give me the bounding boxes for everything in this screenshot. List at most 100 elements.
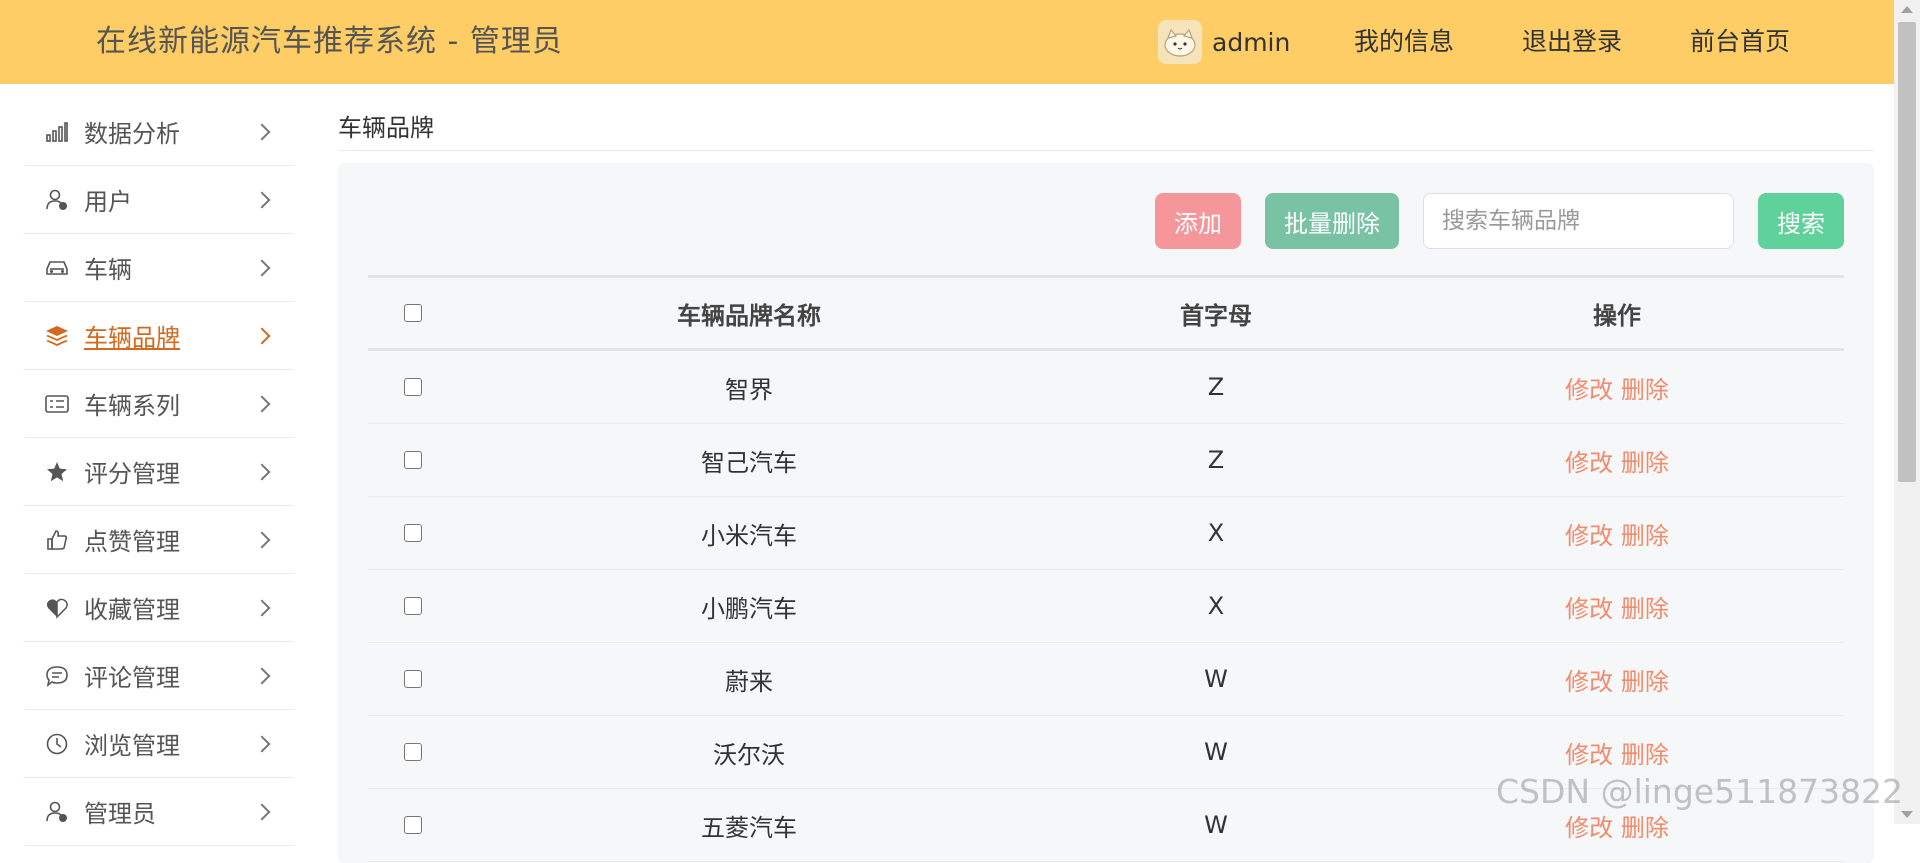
- username[interactable]: admin: [1212, 28, 1290, 57]
- chevron-right-icon: [253, 259, 271, 276]
- cat-avatar-icon: [1164, 28, 1196, 57]
- user-icon: [44, 187, 70, 213]
- select-all-checkbox[interactable]: [404, 304, 422, 322]
- initial-letter-cell: W: [1204, 811, 1228, 839]
- row-checkbox[interactable]: [404, 597, 422, 615]
- initial-letter-cell: W: [1204, 665, 1228, 693]
- heart-icon: [44, 595, 70, 621]
- initial-letter-cell: W: [1204, 738, 1228, 766]
- edit-link[interactable]: 修改: [1565, 668, 1613, 696]
- scroll-down-arrow[interactable]: [1901, 811, 1913, 818]
- admin-icon: [44, 799, 70, 825]
- edit-link[interactable]: 修改: [1565, 449, 1613, 477]
- edit-link[interactable]: 修改: [1565, 741, 1613, 769]
- column-header-brand-name: 车辆品牌名称: [677, 301, 821, 330]
- row-checkbox[interactable]: [404, 670, 422, 688]
- table-row: 蔚来 W 修改 删除: [368, 643, 1844, 716]
- edit-link[interactable]: 修改: [1565, 376, 1613, 404]
- brand-name-cell: 小米汽车: [701, 521, 797, 550]
- brand-name-cell: 智己汽车: [701, 448, 797, 477]
- avatar: [1158, 20, 1202, 64]
- brand-name-cell: 沃尔沃: [713, 740, 785, 769]
- edit-link[interactable]: 修改: [1565, 522, 1613, 550]
- watermark: CSDN @linge511873822: [1496, 772, 1904, 811]
- user-info[interactable]: admin: [1158, 20, 1290, 64]
- chevron-right-icon: [253, 667, 271, 684]
- row-checkbox[interactable]: [404, 743, 422, 761]
- search-input[interactable]: [1423, 193, 1734, 249]
- thumb-up-icon: [44, 527, 70, 553]
- delete-link[interactable]: 删除: [1621, 814, 1669, 842]
- search-button[interactable]: 搜索: [1758, 193, 1844, 249]
- logout-link[interactable]: 退出登录: [1522, 0, 1622, 84]
- chevron-right-icon: [253, 735, 271, 752]
- actions-cell: 修改 删除: [1565, 516, 1669, 551]
- sidebar-item-car[interactable]: 车辆: [24, 234, 294, 302]
- initial-letter-cell: X: [1207, 519, 1225, 547]
- sidebar-item-car-series[interactable]: 车辆系列: [24, 370, 294, 438]
- add-button[interactable]: 添加: [1155, 193, 1241, 249]
- my-info-link[interactable]: 我的信息: [1354, 0, 1454, 84]
- front-home-link[interactable]: 前台首页: [1690, 0, 1790, 84]
- initial-letter-cell: Z: [1207, 446, 1225, 474]
- delete-link[interactable]: 删除: [1621, 595, 1669, 623]
- id-card-icon: [44, 391, 70, 417]
- table-header: 车辆品牌名称 首字母 操作: [368, 275, 1844, 351]
- sidebar-item-data-analysis[interactable]: 数据分析: [24, 98, 294, 166]
- sidebar-item-browsing[interactable]: 浏览管理: [24, 710, 294, 778]
- delete-link[interactable]: 删除: [1621, 741, 1669, 769]
- vertical-scrollbar[interactable]: [1894, 0, 1920, 824]
- scrollbar-thumb[interactable]: [1898, 22, 1916, 482]
- delete-link[interactable]: 删除: [1621, 376, 1669, 404]
- edit-link[interactable]: 修改: [1565, 814, 1613, 842]
- chevron-right-icon: [253, 463, 271, 480]
- layers-icon: [44, 323, 70, 349]
- row-checkbox[interactable]: [404, 524, 422, 542]
- sidebar-item-rating[interactable]: 评分管理: [24, 438, 294, 506]
- delete-link[interactable]: 删除: [1621, 668, 1669, 696]
- table-row: 小鹏汽车 X 修改 删除: [368, 570, 1844, 643]
- top-header: 在线新能源汽车推荐系统 - 管理员 admin 我的信息 退出登录 前台首页: [0, 0, 1894, 84]
- app-title: 在线新能源汽车推荐系统 - 管理员: [96, 24, 563, 59]
- edit-link[interactable]: 修改: [1565, 595, 1613, 623]
- sidebar-item-likes[interactable]: 点赞管理: [24, 506, 294, 574]
- sidebar: 数据分析 用户 车辆 车辆品牌 车辆系列 评分管理 点赞管理 收藏管理 评论管理…: [24, 98, 294, 846]
- chevron-right-icon: [253, 599, 271, 616]
- batch-delete-button[interactable]: 批量删除: [1265, 193, 1399, 249]
- brand-name-cell: 蔚来: [725, 667, 773, 696]
- actions-cell: 修改 删除: [1565, 443, 1669, 478]
- chevron-right-icon: [253, 395, 271, 412]
- row-checkbox[interactable]: [404, 816, 422, 834]
- initial-letter-cell: X: [1207, 592, 1225, 620]
- chevron-right-icon: [253, 191, 271, 208]
- sidebar-item-favorites[interactable]: 收藏管理: [24, 574, 294, 642]
- row-checkbox[interactable]: [404, 451, 422, 469]
- actions-cell: 修改 删除: [1565, 662, 1669, 697]
- divider: [338, 150, 1874, 151]
- table-row: 智己汽车 Z 修改 删除: [368, 424, 1844, 497]
- breadcrumb: 车辆品牌: [338, 114, 434, 142]
- delete-link[interactable]: 删除: [1621, 449, 1669, 477]
- row-checkbox[interactable]: [404, 378, 422, 396]
- chevron-right-icon: [253, 123, 271, 140]
- actions-cell: 修改 删除: [1565, 808, 1669, 843]
- clock-icon: [44, 731, 70, 757]
- sidebar-item-comments[interactable]: 评论管理: [24, 642, 294, 710]
- delete-link[interactable]: 删除: [1621, 522, 1669, 550]
- bar-chart-icon: [44, 119, 70, 145]
- scroll-up-arrow[interactable]: [1901, 6, 1913, 13]
- chevron-right-icon: [253, 327, 271, 344]
- car-icon: [44, 255, 70, 281]
- sidebar-item-user[interactable]: 用户: [24, 166, 294, 234]
- initial-letter-cell: Z: [1207, 373, 1225, 401]
- actions-cell: 修改 删除: [1565, 735, 1669, 770]
- table-row: 智界 Z 修改 删除: [368, 351, 1844, 424]
- brand-name-cell: 五菱汽车: [701, 813, 797, 842]
- sidebar-item-admin[interactable]: 管理员: [24, 778, 294, 846]
- column-header-actions: 操作: [1593, 301, 1641, 330]
- sidebar-item-car-brand[interactable]: 车辆品牌: [24, 302, 294, 370]
- comment-icon: [44, 663, 70, 689]
- actions-cell: 修改 删除: [1565, 589, 1669, 624]
- star-icon: [44, 459, 70, 485]
- actions-cell: 修改 删除: [1565, 370, 1669, 405]
